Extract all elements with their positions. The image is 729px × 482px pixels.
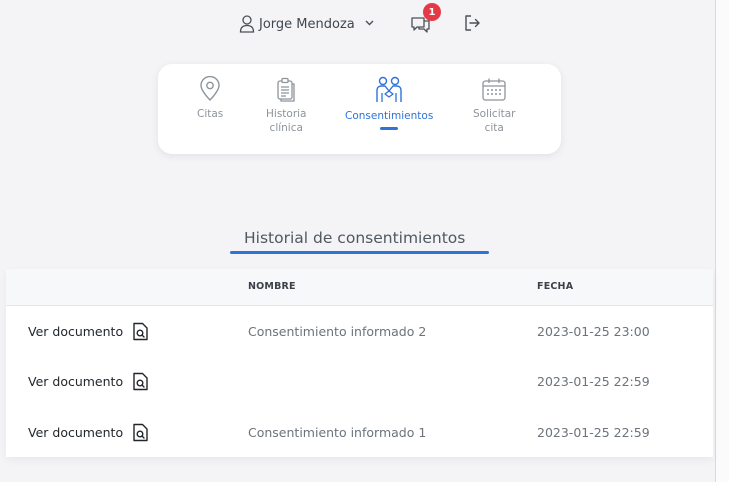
- section-title-underline: [230, 251, 489, 254]
- people-handshake-icon: [376, 76, 402, 102]
- nav-label: Citas: [197, 108, 224, 120]
- column-header-nombre: NOMBRE: [248, 281, 296, 292]
- view-document-link[interactable]: Ver documento: [28, 425, 123, 440]
- nav-label: Historia clínica: [266, 107, 307, 135]
- vertical-scrollbar[interactable]: [715, 0, 729, 482]
- consents-table: NOMBRE FECHA Ver documento Consentimient…: [6, 269, 713, 457]
- location-pin-icon: [200, 76, 220, 101]
- nav-item-solicitar-cita[interactable]: Solicitar cita: [473, 76, 515, 135]
- nav-label-line2: cita: [484, 122, 504, 134]
- nav-label-line1: Solicitar: [473, 108, 516, 120]
- table-row: Ver documento Consentimiento informado 1…: [6, 407, 713, 457]
- top-bar: Jorge Mendoza 1: [0, 3, 715, 36]
- fecha-cell: 2023-01-25 23:00: [537, 323, 650, 339]
- action-cell: Ver documento: [28, 306, 149, 356]
- user-name: Jorge Mendoza: [259, 16, 355, 32]
- user-menu[interactable]: Jorge Mendoza: [239, 12, 374, 36]
- action-cell: Ver documento: [28, 356, 149, 406]
- nav-label-line2: clínica: [269, 122, 303, 134]
- notification-badge: 1: [423, 3, 441, 21]
- action-cell: Ver documento: [28, 407, 149, 457]
- column-header-fecha: FECHA: [537, 281, 574, 292]
- messages-button[interactable]: 1: [409, 3, 441, 36]
- fecha-cell: 2023-01-25 22:59: [537, 424, 650, 440]
- nav-label: Consentimientos: [345, 110, 434, 122]
- document-search-icon[interactable]: [132, 322, 149, 341]
- view-document-link[interactable]: Ver documento: [28, 374, 123, 389]
- nav-label-line1: Historia: [266, 108, 307, 120]
- active-indicator: [380, 127, 399, 130]
- navigation-card: Citas Historia clínica Consentimientos S…: [158, 64, 561, 154]
- table-header: NOMBRE FECHA: [6, 269, 713, 306]
- nav-label: Solicitar cita: [473, 107, 515, 135]
- nav-item-citas[interactable]: Citas: [197, 76, 223, 121]
- nombre-cell: Consentimiento informado 1: [248, 424, 427, 440]
- section-title: Historial de consentimientos: [244, 229, 466, 247]
- chevron-down-icon: [365, 18, 374, 29]
- calendar-icon: [482, 78, 506, 101]
- logout-icon: [465, 15, 480, 31]
- logout-button[interactable]: [462, 13, 484, 35]
- document-search-icon[interactable]: [132, 372, 149, 391]
- table-row: Ver documento Consentimiento informado 2…: [6, 306, 713, 356]
- fecha-cell: 2023-01-25 22:59: [537, 373, 650, 389]
- clipboard-icon: [277, 77, 295, 102]
- nav-item-historia-clinica[interactable]: Historia clínica: [266, 76, 307, 135]
- user-icon: [239, 15, 255, 33]
- nombre-cell: Consentimiento informado 2: [248, 323, 427, 339]
- document-search-icon[interactable]: [132, 423, 149, 442]
- nav-item-consentimientos[interactable]: Consentimientos: [345, 76, 433, 130]
- view-document-link[interactable]: Ver documento: [28, 324, 123, 339]
- table-row: Ver documento 2023-01-25 22:59: [6, 356, 713, 406]
